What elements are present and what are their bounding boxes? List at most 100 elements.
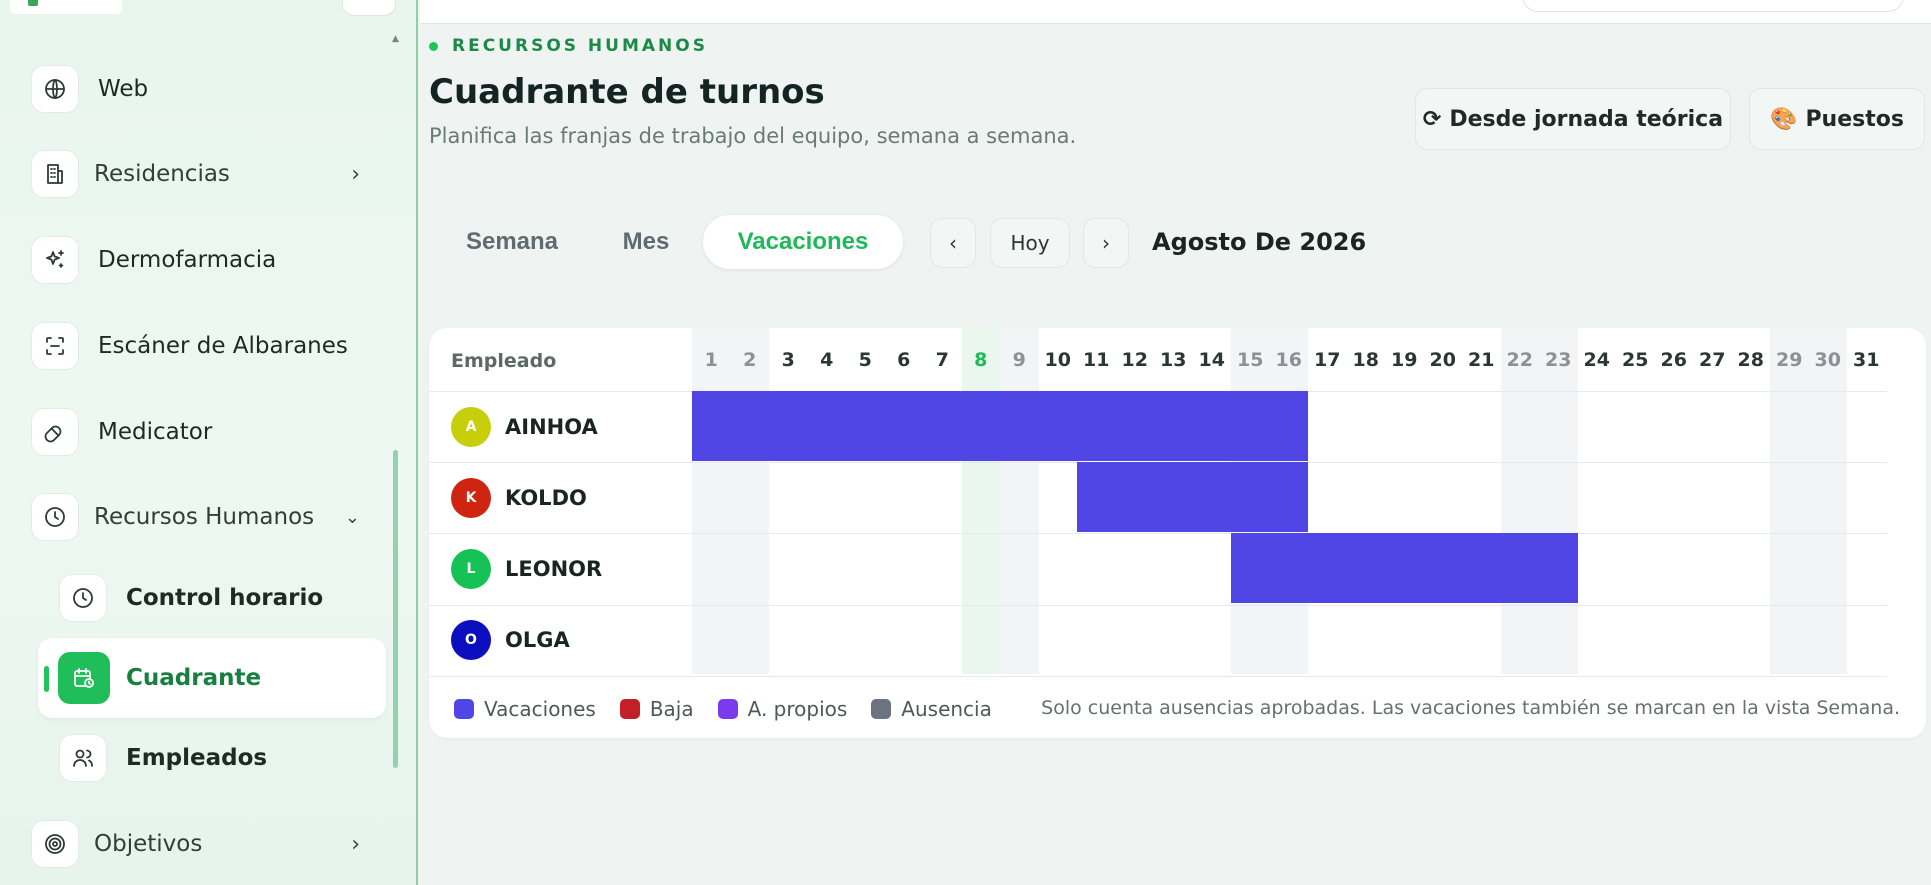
day-header: 26 <box>1660 348 1687 371</box>
employee-row[interactable]: K KOLDO <box>429 462 691 533</box>
legend-label: Ausencia <box>901 697 992 721</box>
day-header: 12 <box>1121 348 1148 371</box>
sidebar-item-medicator[interactable]: Medicator <box>32 406 372 458</box>
legend-label: A. propios <box>747 697 848 721</box>
active-indicator <box>44 666 49 692</box>
day-header: 4 <box>820 348 834 371</box>
day-header: 17 <box>1314 348 1341 371</box>
day-header: 19 <box>1391 348 1418 371</box>
legend-swatch <box>717 699 738 719</box>
sidebar-subitem-empleados[interactable]: Empleados <box>60 732 385 784</box>
day-header: 15 <box>1237 348 1264 371</box>
employee-name: KOLDO <box>505 485 587 510</box>
palette-icon: 🎨 <box>1770 106 1798 132</box>
sidebar-item-label: Dermofarmacia <box>98 247 277 273</box>
sidebar-item-residencias[interactable]: Residencias › <box>32 148 372 200</box>
sidebar-subitem-label: Control horario <box>126 585 324 611</box>
employee-row[interactable]: L LEONOR <box>429 533 691 604</box>
day-header: 5 <box>858 348 872 371</box>
prev-month-button[interactable]: ‹ <box>930 218 976 268</box>
day-header: 7 <box>935 348 949 371</box>
employee-column-header: Empleado <box>451 350 557 372</box>
day-header: 18 <box>1352 348 1379 371</box>
sidebar-item-label: Residencias <box>94 161 230 187</box>
day-header: 3 <box>781 348 795 371</box>
today-button[interactable]: Hoy <box>990 218 1070 268</box>
day-header: 13 <box>1160 348 1187 371</box>
sidebar-item-web[interactable]: Web <box>32 63 372 115</box>
refresh-icon: ⟳ <box>1422 106 1442 132</box>
sidebar-item-objetivos[interactable]: Objetivos › <box>32 818 372 870</box>
day-header: 14 <box>1198 348 1225 371</box>
day-header: 1 <box>704 348 718 371</box>
chevron-right-icon: › <box>351 831 360 857</box>
legend-label: Baja <box>649 697 694 721</box>
pill-icon <box>32 409 78 455</box>
day-header: 11 <box>1083 348 1110 371</box>
users-icon <box>60 735 106 781</box>
day-header: 9 <box>1012 348 1026 371</box>
vacation-bar[interactable] <box>1231 533 1578 604</box>
day-header: 20 <box>1429 348 1456 371</box>
day-header: 25 <box>1622 348 1649 371</box>
period-label: Agosto De 2026 <box>1152 228 1367 256</box>
day-header: 30 <box>1814 348 1841 371</box>
search-input[interactable] <box>1522 0 1904 12</box>
app-logo[interactable] <box>10 0 122 14</box>
legend-swatch <box>454 699 474 719</box>
vacation-bar[interactable] <box>692 391 1308 461</box>
sidebar-subitem-control-horario[interactable]: Control horario <box>60 572 385 624</box>
tab-vacaciones[interactable]: Vacaciones <box>703 215 903 269</box>
sidebar-subitem-label: Cuadrante <box>126 665 262 691</box>
day-header: 8 <box>974 348 988 371</box>
day-header: 24 <box>1583 348 1610 371</box>
sparkles-icon <box>32 237 78 283</box>
sidebar-subitem-cuadrante[interactable]: Cuadrante <box>38 638 386 718</box>
clock-icon <box>60 575 106 621</box>
scan-icon <box>32 323 78 369</box>
scroll-up-arrow-icon[interactable]: ▲ <box>392 34 399 44</box>
day-header: 23 <box>1545 348 1572 371</box>
sidebar-item-label: Medicator <box>98 419 213 445</box>
chevron-down-icon: ⌄ <box>344 506 360 528</box>
desde-jornada-teorica-button[interactable]: ⟳ Desde jornada teórica <box>1415 88 1731 150</box>
sidebar-item-recursos-humanos[interactable]: Recursos Humanos ⌄ <box>32 491 372 543</box>
sidebar: ▲ Web Residencias › Dermofarmacia Escáne… <box>0 0 418 885</box>
status-dot-icon <box>429 41 438 51</box>
legend-label: Vacaciones <box>484 697 596 721</box>
legend-item: Baja <box>619 697 694 721</box>
puestos-button[interactable]: 🎨 Puestos <box>1749 88 1925 150</box>
page-subtitle: Planifica las franjas de trabajo del equ… <box>429 124 1077 148</box>
sidebar-item-escaner-albaranes[interactable]: Escáner de Albaranes <box>32 320 372 372</box>
vacation-calendar: 1 2 3 4 5 6 7 8 9 10 11 12 13 14 15 16 17 18 19 20 21 22 23 24 2… <box>429 328 1926 738</box>
day-header: 28 <box>1737 348 1764 371</box>
sidebar-item-dermofarmacia[interactable]: Dermofarmacia <box>32 234 372 286</box>
employee-row[interactable]: O OLGA <box>429 605 691 676</box>
calendar-clock-icon <box>58 652 110 704</box>
sidebar-item-label: Recursos Humanos <box>94 504 315 530</box>
sidebar-collapse-button[interactable] <box>342 0 396 16</box>
eyebrow-label: RECURSOS HUMANOS <box>452 36 708 56</box>
clock-icon <box>32 494 78 540</box>
day-header: 2 <box>743 348 757 371</box>
avatar: O <box>451 620 491 661</box>
sidebar-item-label: Escáner de Albaranes <box>98 333 348 359</box>
sidebar-scrollbar[interactable] <box>393 450 398 768</box>
employee-name: LEONOR <box>505 556 603 581</box>
employee-row[interactable]: A AINHOA <box>429 391 691 462</box>
sidebar-item-label: Web <box>98 76 149 102</box>
next-month-button[interactable]: › <box>1083 218 1129 268</box>
avatar: L <box>451 548 491 589</box>
tab-semana[interactable]: Semana <box>447 215 577 269</box>
legend: Vacaciones Baja A. propios Ausencia <box>454 697 1016 721</box>
legend-item: Vacaciones <box>454 697 596 721</box>
building-icon <box>32 151 78 197</box>
day-header: 6 <box>897 348 911 371</box>
row-divider <box>429 675 1887 677</box>
button-label: Puestos <box>1805 106 1904 132</box>
vacation-bar[interactable] <box>1077 462 1308 533</box>
target-icon <box>32 821 78 867</box>
legend-swatch <box>619 699 640 719</box>
tab-mes[interactable]: Mes <box>606 215 686 269</box>
page-title: Cuadrante de turnos <box>429 72 825 112</box>
